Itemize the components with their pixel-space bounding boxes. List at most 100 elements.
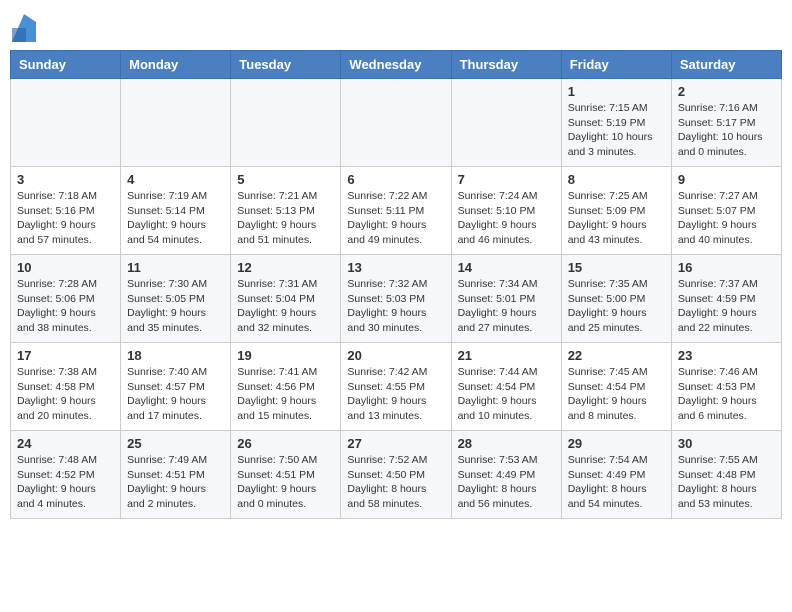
day-info: Sunrise: 7:18 AM Sunset: 5:16 PM Dayligh… [17,189,114,248]
day-info: Sunrise: 7:31 AM Sunset: 5:04 PM Dayligh… [237,277,334,336]
day-number: 22 [568,348,665,363]
day-info: Sunrise: 7:42 AM Sunset: 4:55 PM Dayligh… [347,365,444,424]
day-info: Sunrise: 7:15 AM Sunset: 5:19 PM Dayligh… [568,101,665,160]
day-cell: 4Sunrise: 7:19 AM Sunset: 5:14 PM Daylig… [121,167,231,255]
day-cell [341,79,451,167]
day-number: 4 [127,172,224,187]
week-row-3: 10 Sunrise: 7:28 AM Sunset: 5:06 PM Dayli… [11,255,782,343]
day-cell [451,79,561,167]
day-cell: 17 Sunrise: 7:38 AM Sunset: 4:58 PM Dayli… [11,343,121,431]
day-cell: 7 Sunrise: 7:24 AM Sunset: 5:10 PM Daylig… [451,167,561,255]
week-row-1: 1 Sunrise: 7:15 AM Sunset: 5:19 PM Daylig… [11,79,782,167]
day-cell: 27 Sunrise: 7:52 AM Sunset: 4:50 PM Dayli… [341,431,451,519]
logo [10,14,36,42]
day-cell: 21Sunrise: 7:44 AM Sunset: 4:54 PM Dayli… [451,343,561,431]
day-cell: 24 Sunrise: 7:48 AM Sunset: 4:52 PM Dayli… [11,431,121,519]
day-cell: 14 Sunrise: 7:34 AM Sunset: 5:01 PM Dayli… [451,255,561,343]
day-info: Sunrise: 7:38 AM Sunset: 4:58 PM Dayligh… [17,365,114,424]
day-info: Sunrise: 7:27 AM Sunset: 5:07 PM Dayligh… [678,189,775,248]
day-number: 9 [678,172,775,187]
day-cell: 16 Sunrise: 7:37 AM Sunset: 4:59 PM Dayli… [671,255,781,343]
week-row-2: 3 Sunrise: 7:18 AM Sunset: 5:16 PM Daylig… [11,167,782,255]
day-info: Sunrise: 7:53 AM Sunset: 4:49 PM Dayligh… [458,453,555,512]
day-cell: 3 Sunrise: 7:18 AM Sunset: 5:16 PM Daylig… [11,167,121,255]
day-cell: 9 Sunrise: 7:27 AM Sunset: 5:07 PM Daylig… [671,167,781,255]
day-info: Sunrise: 7:37 AM Sunset: 4:59 PM Dayligh… [678,277,775,336]
day-cell: 10 Sunrise: 7:28 AM Sunset: 5:06 PM Dayli… [11,255,121,343]
day-cell: 1 Sunrise: 7:15 AM Sunset: 5:19 PM Daylig… [561,79,671,167]
day-info: Sunrise: 7:21 AM Sunset: 5:13 PM Dayligh… [237,189,334,248]
day-cell: 12 Sunrise: 7:31 AM Sunset: 5:04 PM Dayli… [231,255,341,343]
day-info: Sunrise: 7:49 AM Sunset: 4:51 PM Dayligh… [127,453,224,512]
day-number: 30 [678,436,775,451]
day-info: Sunrise: 7:45 AM Sunset: 4:54 PM Dayligh… [568,365,665,424]
day-cell: 30Sunrise: 7:55 AM Sunset: 4:48 PM Dayli… [671,431,781,519]
day-number: 3 [17,172,114,187]
day-number: 27 [347,436,444,451]
header [10,10,782,42]
day-cell: 2 Sunrise: 7:16 AM Sunset: 5:17 PM Daylig… [671,79,781,167]
day-number: 16 [678,260,775,275]
day-info: Sunrise: 7:30 AM Sunset: 5:05 PM Dayligh… [127,277,224,336]
day-number: 20 [347,348,444,363]
day-cell [231,79,341,167]
day-info: Sunrise: 7:52 AM Sunset: 4:50 PM Dayligh… [347,453,444,512]
day-number: 8 [568,172,665,187]
day-number: 10 [17,260,114,275]
calendar-table: SundayMondayTuesdayWednesdayThursdayFrid… [10,50,782,519]
day-info: Sunrise: 7:48 AM Sunset: 4:52 PM Dayligh… [17,453,114,512]
day-number: 6 [347,172,444,187]
day-info: Sunrise: 7:34 AM Sunset: 5:01 PM Dayligh… [458,277,555,336]
col-header-thursday: Thursday [451,51,561,79]
week-row-4: 17 Sunrise: 7:38 AM Sunset: 4:58 PM Dayli… [11,343,782,431]
col-header-saturday: Saturday [671,51,781,79]
day-cell: 18Sunrise: 7:40 AM Sunset: 4:57 PM Dayli… [121,343,231,431]
day-number: 13 [347,260,444,275]
day-info: Sunrise: 7:22 AM Sunset: 5:11 PM Dayligh… [347,189,444,248]
day-number: 24 [17,436,114,451]
main-container: SundayMondayTuesdayWednesdayThursdayFrid… [0,0,792,529]
day-cell: 28 Sunrise: 7:53 AM Sunset: 4:49 PM Dayli… [451,431,561,519]
day-info: Sunrise: 7:25 AM Sunset: 5:09 PM Dayligh… [568,189,665,248]
day-cell: 19 Sunrise: 7:41 AM Sunset: 4:56 PM Dayli… [231,343,341,431]
day-info: Sunrise: 7:28 AM Sunset: 5:06 PM Dayligh… [17,277,114,336]
day-info: Sunrise: 7:46 AM Sunset: 4:53 PM Dayligh… [678,365,775,424]
logo-icon [12,14,36,42]
day-info: Sunrise: 7:41 AM Sunset: 4:56 PM Dayligh… [237,365,334,424]
day-number: 29 [568,436,665,451]
day-number: 11 [127,260,224,275]
day-cell: 11 Sunrise: 7:30 AM Sunset: 5:05 PM Dayli… [121,255,231,343]
header-row: SundayMondayTuesdayWednesdayThursdayFrid… [11,51,782,79]
day-number: 18 [127,348,224,363]
day-info: Sunrise: 7:35 AM Sunset: 5:00 PM Dayligh… [568,277,665,336]
day-cell: 6 Sunrise: 7:22 AM Sunset: 5:11 PM Daylig… [341,167,451,255]
day-number: 7 [458,172,555,187]
day-info: Sunrise: 7:32 AM Sunset: 5:03 PM Dayligh… [347,277,444,336]
day-cell: 8 Sunrise: 7:25 AM Sunset: 5:09 PM Daylig… [561,167,671,255]
day-info: Sunrise: 7:50 AM Sunset: 4:51 PM Dayligh… [237,453,334,512]
day-cell: 23Sunrise: 7:46 AM Sunset: 4:53 PM Dayli… [671,343,781,431]
day-number: 2 [678,84,775,99]
day-number: 12 [237,260,334,275]
day-number: 25 [127,436,224,451]
col-header-sunday: Sunday [11,51,121,79]
day-info: Sunrise: 7:24 AM Sunset: 5:10 PM Dayligh… [458,189,555,248]
day-cell: 26 Sunrise: 7:50 AM Sunset: 4:51 PM Dayli… [231,431,341,519]
day-number: 14 [458,260,555,275]
day-number: 1 [568,84,665,99]
day-number: 17 [17,348,114,363]
day-number: 28 [458,436,555,451]
day-cell: 25 Sunrise: 7:49 AM Sunset: 4:51 PM Dayli… [121,431,231,519]
day-cell: 15 Sunrise: 7:35 AM Sunset: 5:00 PM Dayli… [561,255,671,343]
day-cell: 5Sunrise: 7:21 AM Sunset: 5:13 PM Daylig… [231,167,341,255]
day-cell [11,79,121,167]
day-cell: 20 Sunrise: 7:42 AM Sunset: 4:55 PM Dayli… [341,343,451,431]
day-number: 19 [237,348,334,363]
week-row-5: 24 Sunrise: 7:48 AM Sunset: 4:52 PM Dayli… [11,431,782,519]
day-info: Sunrise: 7:54 AM Sunset: 4:49 PM Dayligh… [568,453,665,512]
day-number: 15 [568,260,665,275]
day-info: Sunrise: 7:16 AM Sunset: 5:17 PM Dayligh… [678,101,775,160]
day-number: 26 [237,436,334,451]
day-cell [121,79,231,167]
day-cell: 22 Sunrise: 7:45 AM Sunset: 4:54 PM Dayli… [561,343,671,431]
